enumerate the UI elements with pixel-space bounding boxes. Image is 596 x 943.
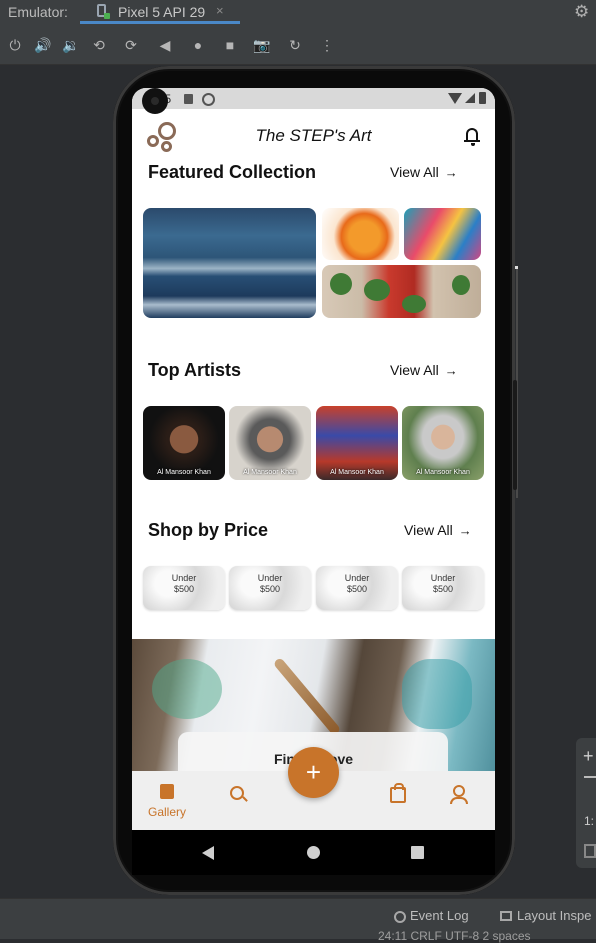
device-tab-label: Pixel 5 API 29 [118,4,206,20]
device-tab[interactable]: Pixel 5 API 29 × [80,0,240,24]
emulator-toolbar: ⏻ 🔊 🔉 ⟲ ⟳ ◀ ● ■ 📷 ↻ ⋮ [0,24,596,65]
layout-inspector-button[interactable]: Layout Inspe [500,908,591,923]
event-log-label: Event Log [410,908,469,923]
front-camera [142,88,168,114]
android-recents-icon[interactable] [411,846,424,859]
artist-name: Al Mansoor Khan [243,469,297,476]
shopping-bag-icon[interactable] [390,783,406,803]
power-icon[interactable]: ⏻ [6,36,24,54]
price-tile-label: Under $500 [430,573,456,594]
artist-name: Al Mansoor Khan [330,469,384,476]
gallery-label: Gallery [147,805,186,819]
search-icon[interactable] [230,786,244,800]
price-tile[interactable]: Under $500 [229,566,311,610]
featured-view-all-link[interactable]: View All → [390,164,458,180]
gear-icon[interactable]: ⚙ [574,2,589,22]
fit-screen-icon[interactable] [584,844,596,858]
phone-power-button [513,380,517,490]
volume-down-icon[interactable]: 🔉 [62,36,80,54]
android-navigation-bar [132,830,495,875]
emulator-label: Emulator: [8,4,68,20]
camera-icon[interactable]: 📷 [253,36,271,54]
shop-by-price-title: Shop by Price [148,520,269,540]
layout-inspector-icon [500,911,512,921]
battery-icon [479,92,486,104]
close-tab-icon[interactable]: × [216,3,224,18]
home-icon[interactable]: ● [189,36,207,54]
price-tile-label: Under $500 [344,573,370,594]
artist-card[interactable]: Al Mansoor Khan [143,406,225,480]
emulator-title-bar: Emulator: Pixel 5 API 29 × ⚙ [0,0,596,24]
wifi-icon [448,93,462,104]
arrow-right-icon: → [444,363,458,378]
artist-name: Al Mansoor Khan [157,469,211,476]
featured-artwork-fox[interactable] [322,208,399,260]
android-status-bar: 11:05 [132,88,495,109]
artist-card[interactable]: Al Mansoor Khan [402,406,484,480]
android-home-icon[interactable] [307,846,320,859]
sd-card-icon [184,94,193,104]
price-tile[interactable]: Under $500 [316,566,398,610]
zoom-in-icon[interactable]: + [583,746,594,767]
add-fab-button[interactable]: + [288,747,339,798]
edge-dot [515,266,518,269]
editor-status: 24:11 CRLF UTF-8 2 spaces [378,929,531,943]
featured-artwork-ocean[interactable] [143,208,316,318]
view-all-label: View All [390,362,439,378]
nav-gallery[interactable]: Gallery [132,771,202,830]
arrow-right-icon: → [458,523,472,538]
signal-icon [465,93,475,103]
gallery-icon [160,784,174,799]
event-log-icon [394,911,406,923]
phone-screen: 11:05 The STEP's Art Featured Collection… [132,88,495,830]
app-title: The STEP's Art [255,126,372,145]
bell-icon[interactable] [464,128,480,146]
snapshot-icon[interactable]: ↻ [286,36,304,54]
view-all-label: View All [390,164,439,180]
back-icon[interactable]: ◀ [156,36,174,54]
ide-status-bar: Event Log Layout Inspe 24:11 CRLF UTF-8 … [0,898,596,943]
featured-artwork-face[interactable] [404,208,481,260]
rotate-right-icon[interactable]: ⟳ [122,36,140,54]
overview-icon[interactable]: ■ [221,36,239,54]
featured-artwork-door[interactable] [322,265,481,318]
android-back-icon[interactable] [202,846,214,860]
zoom-out-icon[interactable] [584,776,596,778]
price-view-all-link[interactable]: View All → [404,522,472,538]
artist-card[interactable]: Al Mansoor Khan [229,406,311,480]
artist-name: Al Mansoor Khan [416,469,470,476]
arrow-right-icon: → [444,165,458,180]
price-tile-label: Under $500 [257,573,283,594]
view-all-label: View All [404,522,453,538]
sync-icon [202,93,215,106]
volume-up-icon[interactable]: 🔊 [34,36,52,54]
device-status-dot [104,13,110,19]
layout-inspector-label: Layout Inspe [517,908,592,923]
profile-icon[interactable] [450,785,468,804]
featured-collection-title: Featured Collection [148,162,317,182]
zoom-panel: + 1: [576,738,596,868]
artist-card[interactable]: Al Mansoor Khan [316,406,398,480]
event-log-button[interactable]: Event Log [394,908,469,923]
price-tile-label: Under $500 [171,573,197,594]
price-tile[interactable]: Under $500 [143,566,225,610]
rotate-left-icon[interactable]: ⟲ [90,36,108,54]
zoom-ratio[interactable]: 1: [584,814,594,828]
price-tile[interactable]: Under $500 [402,566,484,610]
top-artists-title: Top Artists [148,360,241,380]
artists-view-all-link[interactable]: View All → [390,362,458,378]
more-icon[interactable]: ⋮ [318,36,336,54]
